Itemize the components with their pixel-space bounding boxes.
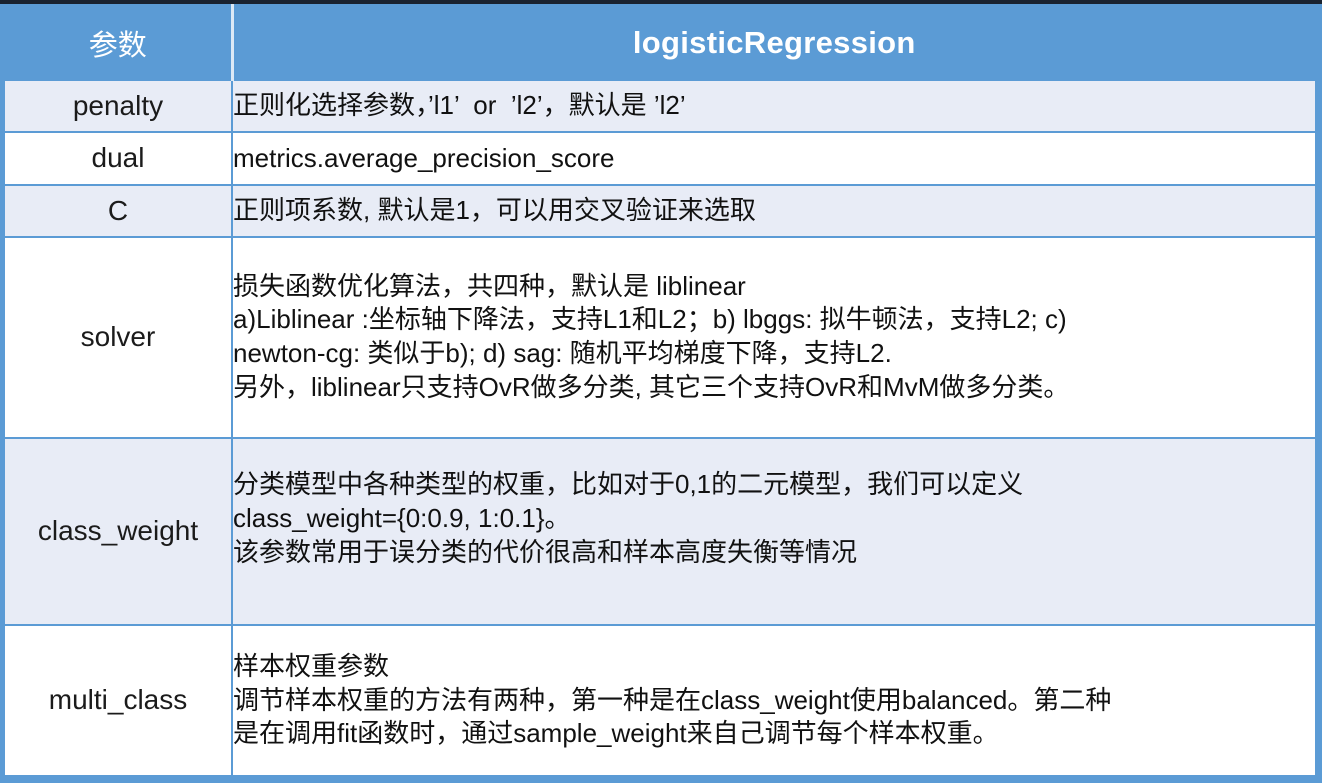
param-desc-multi-class: 样本权重参数 调节样本权重的方法有两种，第一种是在class_weight使用b… (231, 623, 1317, 778)
param-name-solver: solver (3, 235, 233, 439)
param-name-c: C (3, 183, 233, 238)
desc-line: 该参数常用于误分类的代价很高和样本高度失衡等情况 (233, 536, 858, 567)
desc-line: a)Liblinear :坐标轴下降法，支持L1和L2；b) lbggs: 拟牛… (233, 304, 1067, 335)
table-row: C 正则项系数, 默认是1，可以用交叉验证来选取 (3, 183, 1317, 238)
table-row: solver 损失函数优化算法，共四种，默认是 liblinear a)Libl… (3, 235, 1317, 439)
table-row: dual metrics.average_precision_score (3, 131, 1317, 186)
param-name-multi-class: multi_class (3, 623, 233, 778)
desc-line: 样本权重参数 (233, 650, 390, 681)
header-cell-parameter: 参数 (3, 4, 234, 81)
table-head: 参数 logisticRegression (3, 4, 1317, 81)
desc-line: 另外，liblinear只支持OvR做多分类, 其它三个支持OvR和MvM做多分… (233, 372, 1070, 403)
param-name-class-weight: class_weight (3, 436, 233, 626)
desc-line: 正则项系数, 默认是1，可以用交叉验证来选取 (233, 194, 756, 225)
param-desc-c: 正则项系数, 默认是1，可以用交叉验证来选取 (231, 183, 1317, 238)
param-name-dual: dual (3, 131, 233, 186)
param-name-penalty: penalty (3, 78, 233, 134)
logistic-regression-parameter-table: 参数 logisticRegression penalty 正则化选择参数，’l… (3, 4, 1317, 778)
param-desc-penalty: 正则化选择参数，’l1’ or ’l2’，默认是 ’l2’ (231, 78, 1317, 134)
screenshot-page: 参数 logisticRegression penalty 正则化选择参数，’l… (0, 0, 1322, 783)
table-body: penalty 正则化选择参数，’l1’ or ’l2’，默认是 ’l2’ du… (3, 78, 1317, 778)
param-desc-class-weight: 分类模型中各种类型的权重，比如对于0,1的二元模型，我们可以定义 class_w… (231, 436, 1317, 626)
desc-line: 是在调用fit函数时，通过sample_weight来自己调节每个样本权重。 (233, 718, 999, 749)
desc-line: 正则化选择参数，’l1’ or ’l2’，默认是 ’l2’ (233, 90, 686, 121)
desc-line: 调节样本权重的方法有两种，第一种是在class_weight使用balanced… (233, 684, 1112, 715)
desc-line: 分类模型中各种类型的权重，比如对于0,1的二元模型，我们可以定义 (233, 469, 1024, 500)
table-row: class_weight 分类模型中各种类型的权重，比如对于0,1的二元模型，我… (3, 436, 1317, 626)
header-row: 参数 logisticRegression (3, 4, 1317, 81)
parameter-table-container: 参数 logisticRegression penalty 正则化选择参数，’l… (0, 4, 1322, 783)
desc-line: metrics.average_precision_score (233, 142, 615, 173)
header-cell-model: logisticRegression (231, 4, 1317, 81)
desc-line: class_weight={0:0.9, 1:0.1}。 (233, 502, 571, 533)
param-desc-solver: 损失函数优化算法，共四种，默认是 liblinear a)Liblinear :… (231, 235, 1317, 439)
param-desc-dual: metrics.average_precision_score (231, 131, 1317, 186)
desc-line: newton-cg: 类似于b); d) sag: 随机平均梯度下降，支持L2. (233, 338, 892, 369)
desc-line-blank (233, 570, 1315, 595)
desc-line: 损失函数优化算法，共四种，默认是 liblinear (233, 270, 746, 301)
table-row: multi_class 样本权重参数 调节样本权重的方法有两种，第一种是在cla… (3, 623, 1317, 778)
table-row: penalty 正则化选择参数，’l1’ or ’l2’，默认是 ’l2’ (3, 78, 1317, 134)
